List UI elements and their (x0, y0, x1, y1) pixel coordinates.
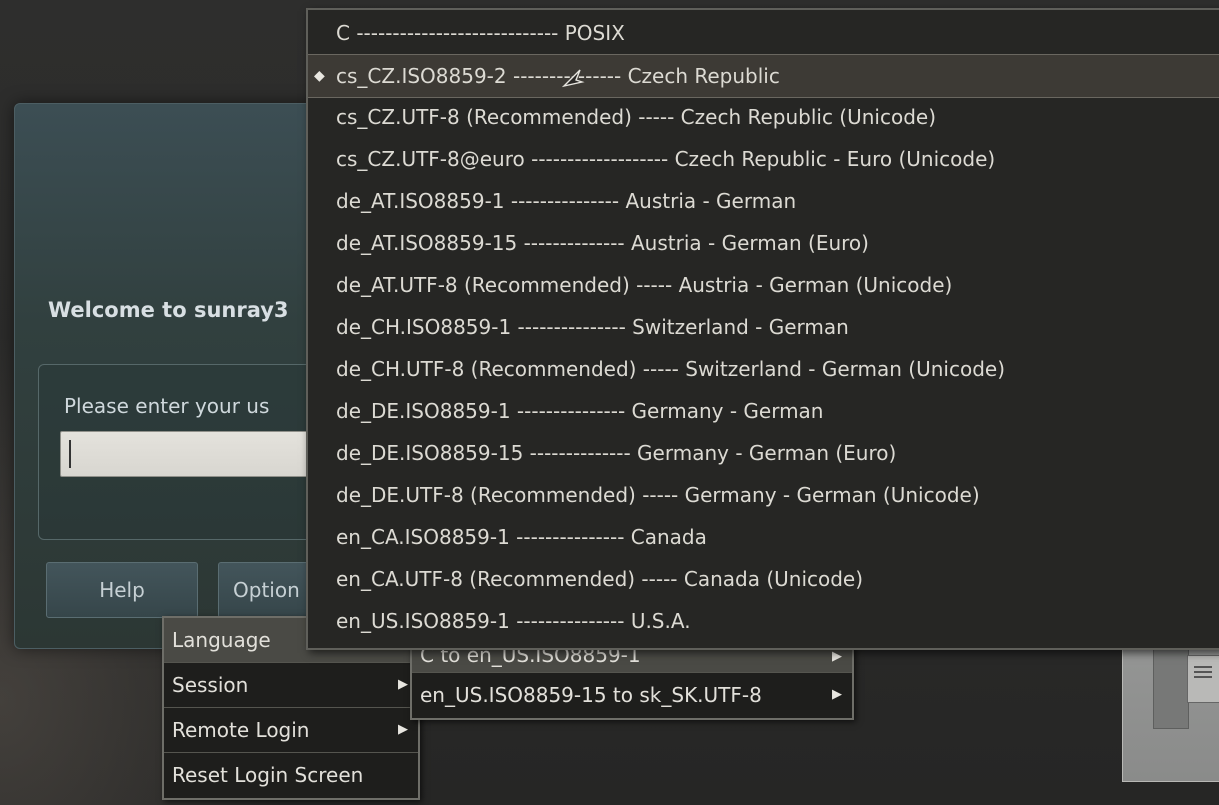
locale-label: en_CA.UTF-8 (Recommended) ----- Canada (… (336, 567, 864, 591)
locale-label: cs_CZ.UTF-8@euro ------------------- Cze… (336, 147, 996, 171)
document-icon (1187, 655, 1219, 703)
locale-item[interactable]: cs_CZ.UTF-8 (Recommended) ----- Czech Re… (308, 96, 1219, 138)
arrow-pointer-icon (562, 69, 585, 88)
locale-label: en_US.ISO8859-1 --------------- U.S.A. (336, 609, 691, 633)
menu-item-session[interactable]: Session ▶ (164, 663, 418, 708)
text-cursor (69, 440, 71, 468)
menu-item-label: Reset Login Screen (172, 763, 364, 787)
username-input[interactable] (60, 431, 322, 477)
locale-label: de_AT.ISO8859-1 --------------- Austria … (336, 189, 797, 213)
locale-item[interactable]: de_AT.ISO8859-1 --------------- Austria … (308, 180, 1219, 222)
locale-item-selected[interactable]: ◆ cs_CZ.ISO8859-2 --------------- Czech R… (308, 54, 1219, 98)
locale-item[interactable]: C ---------------------------- POSIX (308, 12, 1219, 54)
triangle-right-icon: ▶ (398, 722, 408, 737)
locale-label: C ---------------------------- POSIX (336, 21, 625, 45)
locale-label: cs_CZ.ISO8859-2 --------------- Czech Re… (336, 64, 780, 88)
locale-item[interactable]: en_US.ISO8859-1 --------------- U.S.A. (308, 600, 1219, 642)
locale-label: de_DE.ISO8859-1 --------------- Germany … (336, 399, 824, 423)
locale-label: de_AT.UTF-8 (Recommended) ----- Austria … (336, 273, 953, 297)
locale-label: cs_CZ.UTF-8 (Recommended) ----- Czech Re… (336, 105, 937, 129)
locale-item[interactable]: en_CA.UTF-8 (Recommended) ----- Canada (… (308, 558, 1219, 600)
locale-label: de_DE.ISO8859-15 -------------- Germany … (336, 441, 897, 465)
locale-label: de_DE.UTF-8 (Recommended) ----- Germany … (336, 483, 980, 507)
locale-item[interactable]: de_CH.UTF-8 (Recommended) ----- Switzerl… (308, 348, 1219, 390)
menu-item-label: Remote Login (172, 718, 310, 742)
menu-item-label: Language (172, 628, 271, 652)
submenu-item-label: en_US.ISO8859-15 to sk_SK.UTF-8 (420, 683, 762, 707)
help-button[interactable]: Help (46, 562, 198, 618)
menu-item-remote-login[interactable]: Remote Login ▶ (164, 708, 418, 753)
locale-label: de_CH.UTF-8 (Recommended) ----- Switzerl… (336, 357, 1005, 381)
locale-item[interactable]: de_DE.ISO8859-1 --------------- Germany … (308, 390, 1219, 432)
locale-list: C ---------------------------- POSIX ◆ cs… (306, 8, 1219, 650)
welcome-title: Welcome to sunray3 (48, 298, 289, 322)
locale-label: de_AT.ISO8859-15 -------------- Austria … (336, 231, 869, 255)
triangle-right-icon: ▶ (832, 687, 842, 702)
locale-item[interactable]: de_DE.ISO8859-15 -------------- Germany … (308, 432, 1219, 474)
menu-item-reset-login-screen[interactable]: Reset Login Screen (164, 753, 418, 797)
submenu-item-en-us-to-sk-sk[interactable]: en_US.ISO8859-15 to sk_SK.UTF-8 ▶ (412, 673, 852, 717)
username-prompt: Please enter your us (64, 394, 270, 418)
locale-item[interactable]: cs_CZ.UTF-8@euro ------------------- Cze… (308, 138, 1219, 180)
menu-item-label: Session (172, 673, 249, 697)
triangle-right-icon: ▶ (398, 677, 408, 692)
locale-item[interactable]: de_AT.ISO8859-15 -------------- Austria … (308, 222, 1219, 264)
locale-item[interactable]: en_CA.ISO8859-1 --------------- Canada (308, 516, 1219, 558)
locale-item[interactable]: de_CH.ISO8859-1 --------------- Switzerl… (308, 306, 1219, 348)
window-panel (1153, 645, 1189, 729)
locale-label: de_CH.ISO8859-1 --------------- Switzerl… (336, 315, 849, 339)
locale-item[interactable]: de_AT.UTF-8 (Recommended) ----- Austria … (308, 264, 1219, 306)
locale-item[interactable]: de_DE.UTF-8 (Recommended) ----- Germany … (308, 474, 1219, 516)
locale-label: en_CA.ISO8859-1 --------------- Canada (336, 525, 707, 549)
diamond-icon: ◆ (314, 68, 325, 84)
